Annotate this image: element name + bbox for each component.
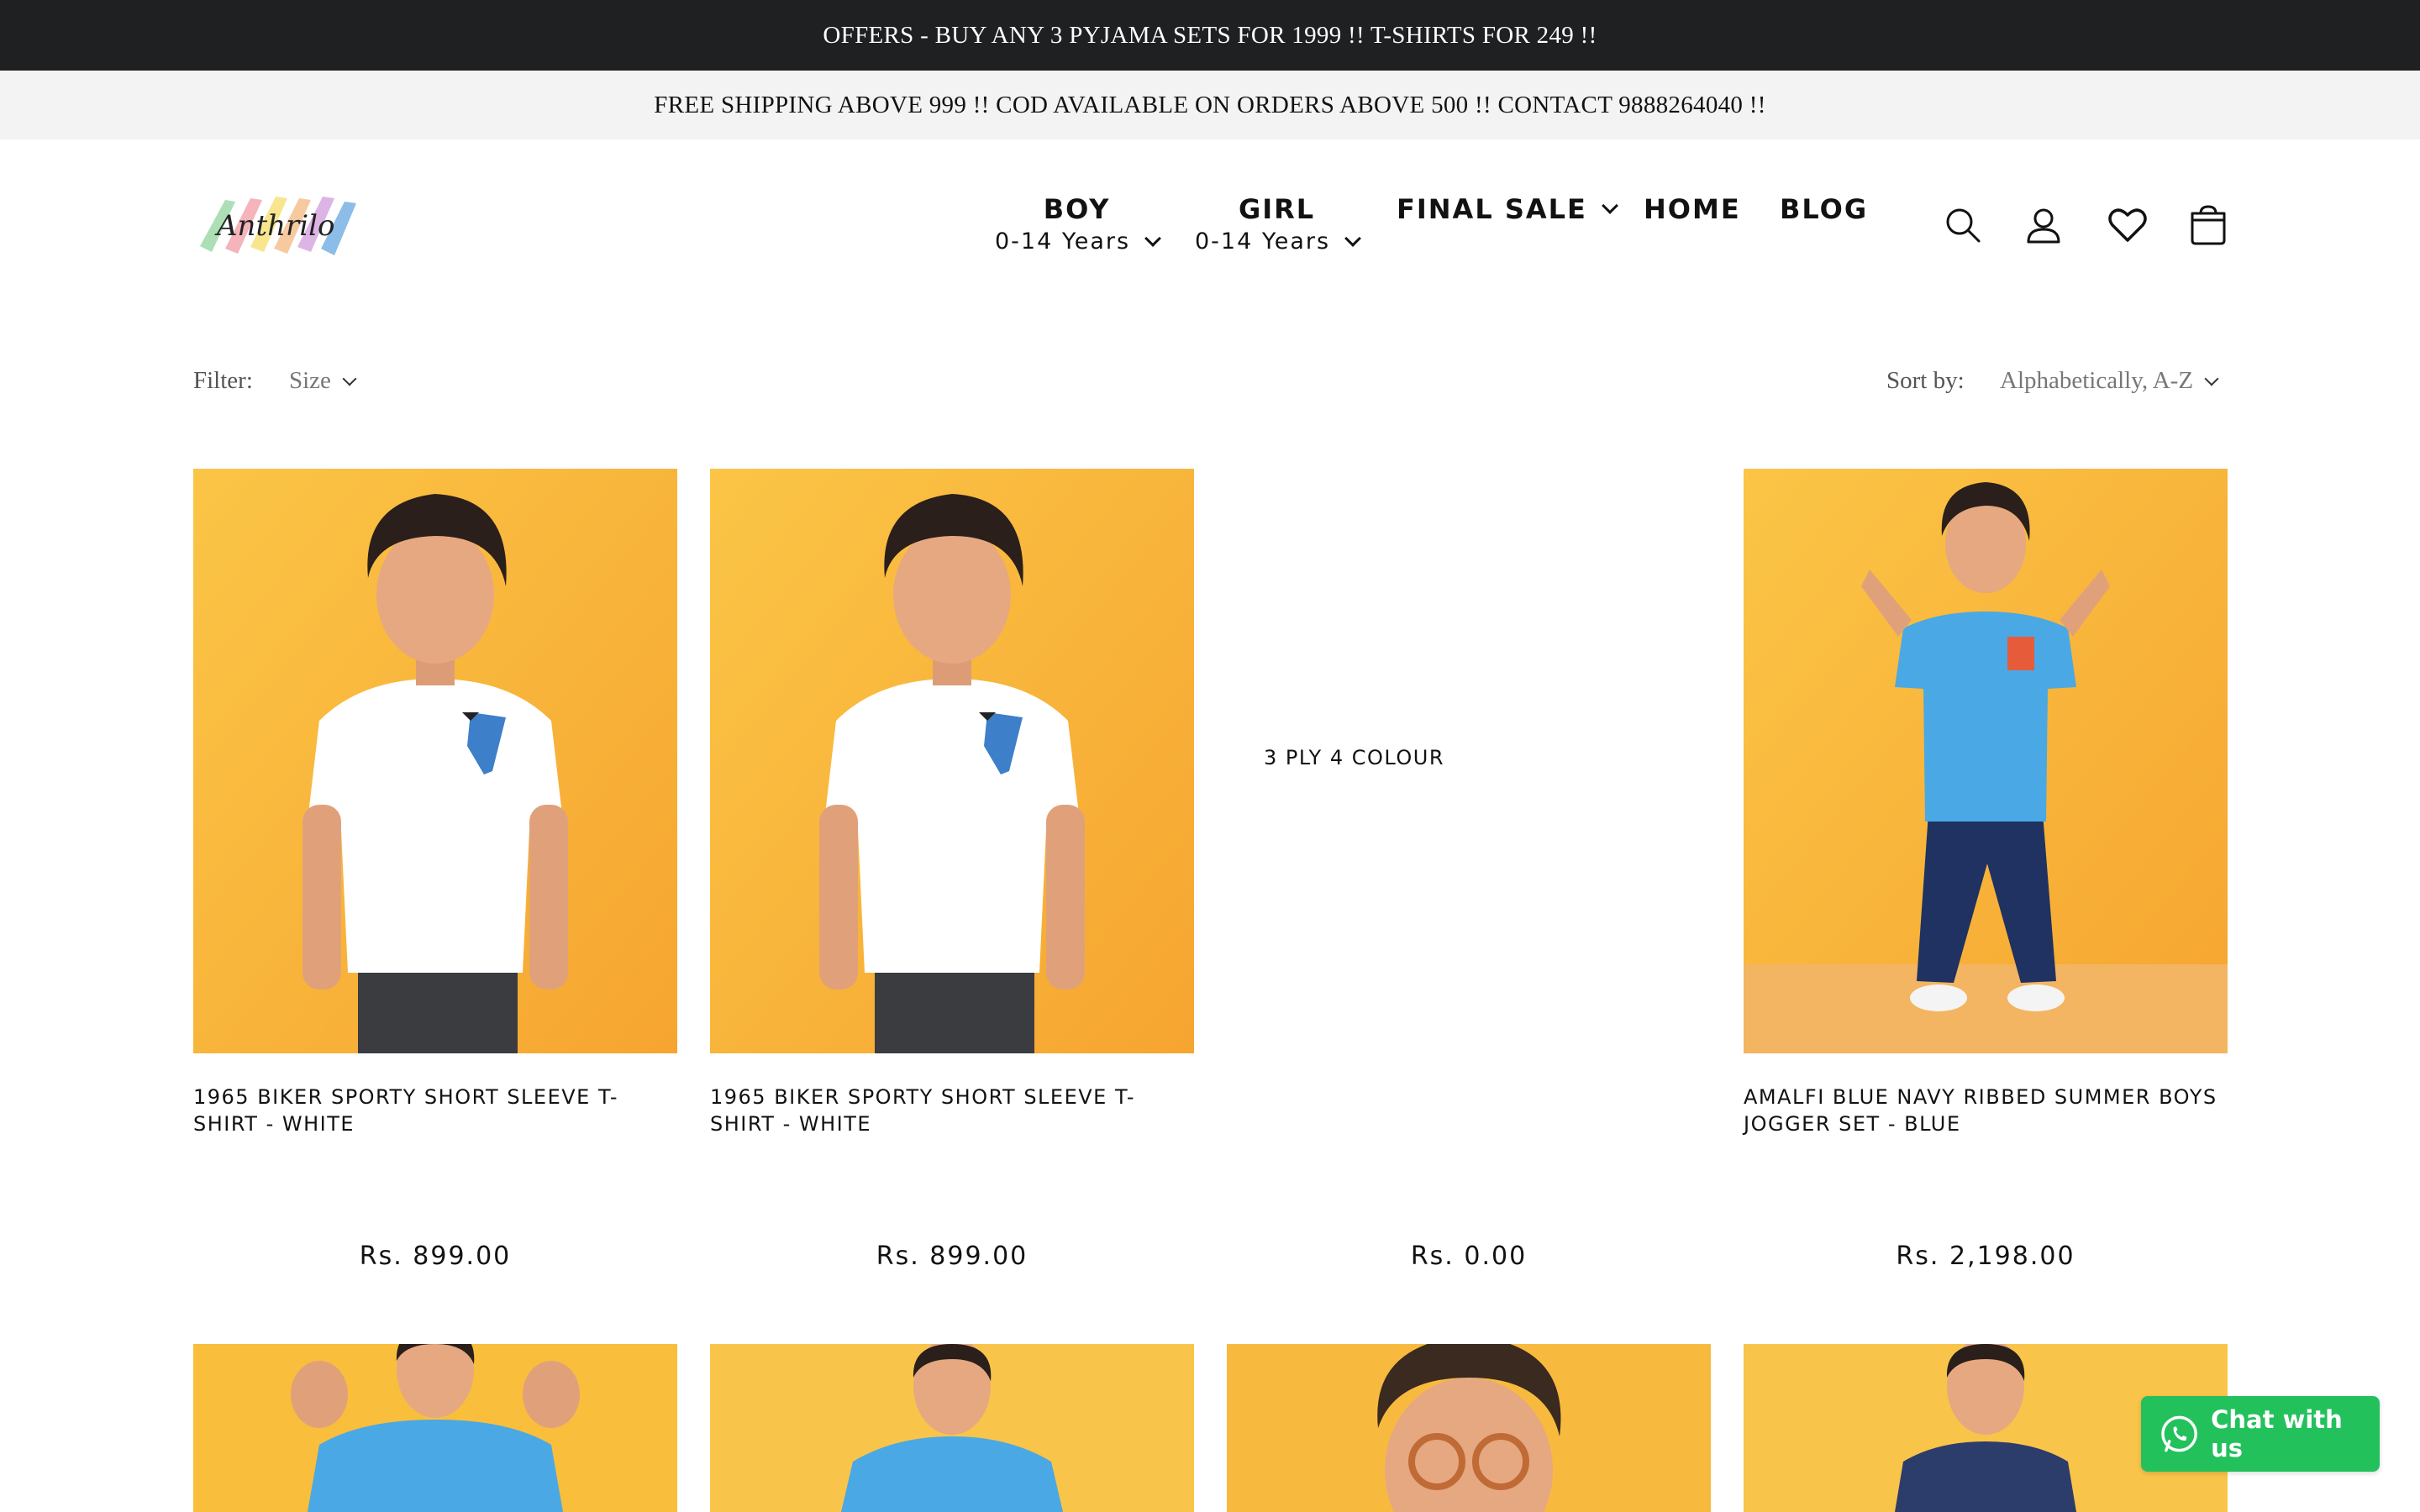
product-card-row2[interactable]: [193, 1344, 677, 1512]
nav-blog-label: BLOG: [1780, 193, 1869, 225]
nav-blog[interactable]: BLOG: [1780, 193, 1868, 225]
product-title[interactable]: AMALFI BLUE NAVY RIBBED SUMMER BOYS JOGG…: [1744, 1084, 2228, 1137]
shipping-text: FREE SHIPPING ABOVE 999 !! COD AVAILABLE…: [654, 91, 1766, 118]
chevron-down-icon: [1144, 229, 1161, 247]
size-filter-dropdown[interactable]: Size: [289, 367, 357, 395]
nav-girl[interactable]: GIRL 0-14 Years: [1195, 193, 1361, 255]
nav-girl-sub: 0-14 Years: [1195, 228, 1331, 255]
product-placeholder-text: 3 PLY 4 COLOUR: [1264, 746, 1445, 769]
nav-boy[interactable]: BOY 0-14 Years: [995, 193, 1161, 255]
chevron-down-icon: [342, 371, 357, 386]
product-card-row2[interactable]: [710, 1344, 1194, 1512]
size-filter-label: Size: [289, 367, 331, 394]
nav-home[interactable]: HOME: [1644, 193, 1741, 225]
whatsapp-icon: [2161, 1415, 2197, 1452]
nav-girl-label: GIRL: [1238, 193, 1316, 225]
chat-label: Chat with us: [2211, 1405, 2343, 1462]
chat-with-us-button[interactable]: Chat with us: [2141, 1396, 2380, 1472]
nav-final-sale-label: FINAL SALE: [1397, 193, 1587, 225]
product-price: Rs. 899.00: [876, 1242, 1028, 1271]
chevron-down-icon: [2204, 371, 2219, 386]
sort-label: Sort by:: [1886, 367, 1965, 394]
nav-final-sale[interactable]: FINAL SALE: [1397, 193, 1618, 225]
chevron-down-icon: [1602, 197, 1618, 214]
product-price: Rs. 2,198.00: [1896, 1242, 2075, 1271]
product-image-placeholder[interactable]: 3 PLY 4 COLOUR: [1227, 469, 1711, 1053]
product-image[interactable]: [1744, 469, 2228, 1053]
product-title[interactable]: 1965 BIKER SPORTY SHORT SLEEVE T-SHIRT -…: [193, 1084, 677, 1137]
product-price: Rs. 0.00: [1410, 1242, 1528, 1271]
nav-home-label: HOME: [1644, 193, 1741, 225]
logo-wordmark: Anthrilo: [214, 209, 334, 243]
sort-dropdown[interactable]: Alphabetically, A-Z: [2000, 367, 2219, 395]
wishlist-heart-icon[interactable]: [2104, 202, 2151, 249]
shipping-announcement-bar: FREE SHIPPING ABOVE 999 !! COD AVAILABLE…: [0, 71, 2420, 139]
account-icon[interactable]: [2020, 202, 2067, 249]
brand-logo[interactable]: Anthrilo: [192, 183, 360, 267]
nav-boy-sub: 0-14 Years: [995, 228, 1131, 255]
product-image[interactable]: [193, 469, 677, 1053]
search-icon[interactable]: [1939, 202, 1986, 249]
product-card-row2[interactable]: [1227, 1344, 1711, 1512]
offers-text: OFFERS - BUY ANY 3 PYJAMA SETS FOR 1999 …: [823, 21, 1597, 49]
filter-label: Filter:: [193, 367, 253, 394]
chevron-down-icon: [1344, 229, 1361, 247]
sort-value: Alphabetically, A-Z: [2000, 367, 2194, 394]
product-image[interactable]: [710, 469, 1194, 1053]
cart-icon[interactable]: [2185, 202, 2232, 249]
product-title[interactable]: 1965 BIKER SPORTY SHORT SLEEVE T-SHIRT -…: [710, 1084, 1194, 1137]
product-price: Rs. 899.00: [359, 1242, 512, 1271]
nav-boy-label: BOY: [1043, 193, 1111, 225]
offers-announcement-bar: OFFERS - BUY ANY 3 PYJAMA SETS FOR 1999 …: [0, 0, 2420, 71]
